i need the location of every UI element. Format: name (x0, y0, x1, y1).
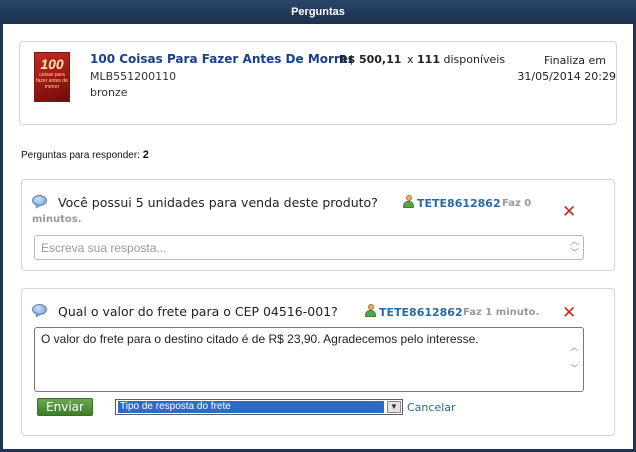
scroll-down-icon[interactable]: ﹀ (570, 365, 579, 373)
scroll-up-icon[interactable]: ︿ (570, 344, 579, 352)
available-quantity: x 111 disponíveis (407, 53, 505, 66)
window-title: Perguntas (0, 0, 636, 24)
question-card: Você possui 5 unidades para venda deste … (21, 179, 615, 271)
thumbnail-title-small: coisas para fazer antes de morrer (36, 72, 68, 90)
ends-date: 31/05/2014 20:29 (517, 70, 616, 83)
pending-label: Perguntas para responder: (21, 150, 140, 161)
product-price: R$ 500,11 (339, 53, 402, 66)
delete-question-icon[interactable]: ✕ (562, 204, 576, 221)
asker-username-link[interactable]: TETE8612862 (417, 197, 501, 210)
qty-suffix: disponíveis (443, 53, 506, 66)
answer-textarea[interactable]: O valor do frete para o destino citado é… (34, 327, 584, 392)
scroll-down-icon[interactable]: ﹀ (570, 249, 579, 257)
user-icon (364, 304, 377, 317)
question-card: Qual o valor do frete para o CEP 04516-0… (21, 288, 615, 436)
question-age: Faz 0 (502, 198, 532, 209)
qty-value: 111 (417, 53, 440, 66)
asker-username-link[interactable]: TETE8612862 (379, 306, 463, 319)
response-type-value: Tipo de resposta do frete (118, 401, 384, 413)
pending-questions-count: Perguntas para responder: 2 (21, 149, 149, 161)
user-icon (402, 195, 415, 208)
product-id: MLB551200110 (90, 70, 177, 83)
question-age: Faz 1 minuto. (463, 307, 540, 318)
response-type-select[interactable]: Tipo de resposta do frete ▼ (115, 399, 403, 415)
thumbnail-title-big: 100 (40, 56, 64, 72)
questions-panel: 100 coisas para fazer antes de morrer 10… (3, 24, 633, 449)
ends-label: Finaliza em (544, 54, 606, 67)
speech-bubble-icon (32, 304, 47, 315)
answer-placeholder: Escreva sua resposta... (41, 241, 167, 255)
answer-input[interactable]: Escreva sua resposta... ︿ ﹀ (34, 235, 584, 260)
chevron-down-icon[interactable]: ▼ (387, 401, 401, 413)
answer-text: O valor do frete para o destino citado é… (41, 332, 479, 346)
delete-question-icon[interactable]: ✕ (562, 305, 576, 322)
speech-bubble-icon (32, 195, 47, 206)
question-text: Qual o valor do frete para o CEP 04516-0… (58, 304, 338, 319)
question-text: Você possui 5 unidades para venda deste … (58, 195, 378, 210)
product-thumbnail[interactable]: 100 coisas para fazer antes de morrer (34, 52, 70, 102)
pending-count: 2 (142, 149, 149, 161)
question-age-cont: minutos. (32, 214, 82, 225)
listing-type: bronze (90, 86, 128, 99)
listing-end: Finaliza em 31/05/2014 20:29 (508, 53, 616, 85)
scroll-up-icon[interactable]: ︿ (570, 238, 579, 246)
send-button[interactable]: Enviar (37, 398, 93, 416)
cancel-link[interactable]: Cancelar (407, 401, 456, 414)
product-summary: 100 coisas para fazer antes de morrer 10… (19, 41, 617, 125)
qty-prefix: x (407, 53, 414, 66)
product-title-link[interactable]: 100 Coisas Para Fazer Antes De Morrer (90, 52, 354, 66)
